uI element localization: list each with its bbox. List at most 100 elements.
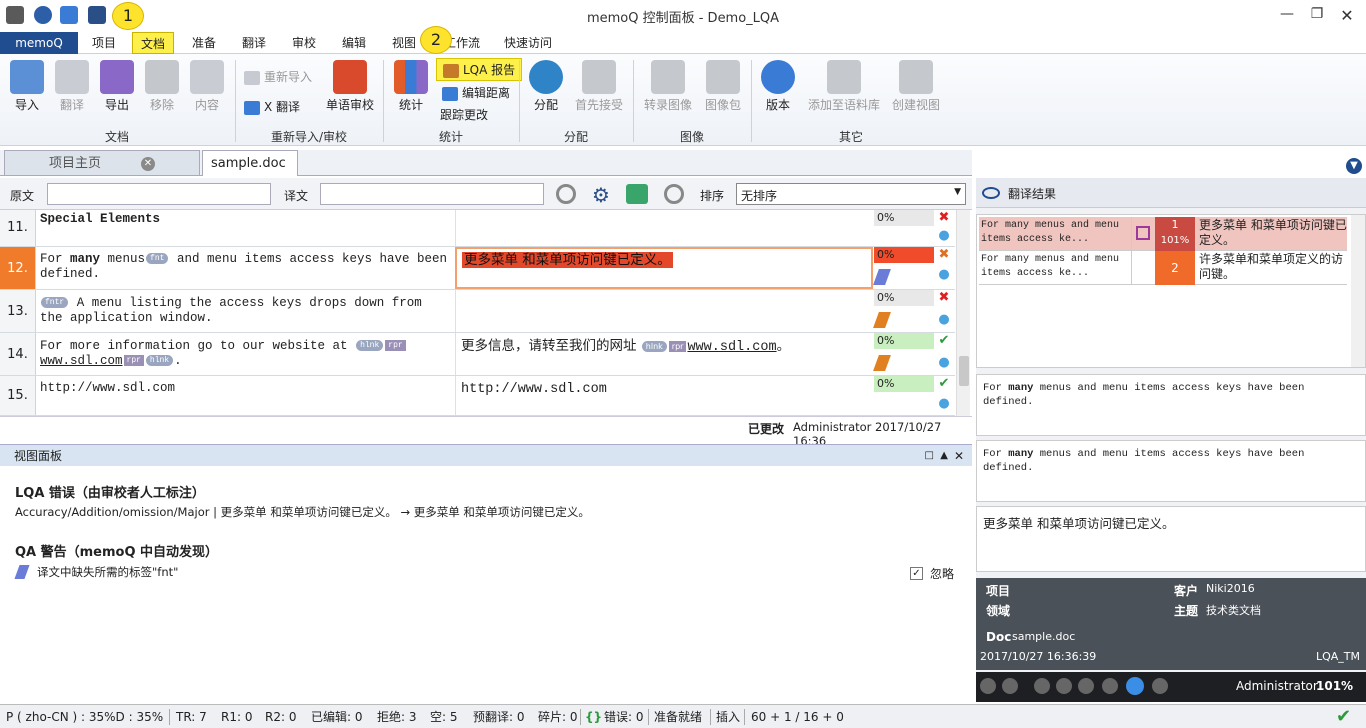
result-row[interactable]: For many menus and menu items access ke.… [979,217,1347,251]
tab-translate[interactable]: 翻译 [234,32,274,54]
trash-icon [145,60,179,94]
table-row[interactable]: 14. For more information go to our websi… [0,333,955,376]
source-filter-input[interactable] [47,183,271,205]
group-reimport-label: 重新导入/审校 [270,130,348,144]
lqa-report-icon [443,63,459,78]
gavel-icon [582,60,616,94]
tab-review[interactable]: 审校 [284,32,324,54]
float-panel-icon[interactable]: □ [925,445,934,467]
tab-prepare[interactable]: 准备 [184,32,224,54]
table-row[interactable]: 15. http://www.sdl.com http://www.sdl.co… [0,376,955,416]
tab-view[interactable]: 视图 [384,32,424,54]
row-number: 15. [0,376,36,415]
clear-filter-icon[interactable] [664,184,684,204]
filter-nt-icon[interactable] [1078,678,1094,694]
nav-prev-icon[interactable] [1002,678,1018,694]
gear-icon[interactable]: ⚙ [592,183,610,207]
results-list: For many menus and menu items access ke.… [976,214,1366,368]
edit-distance-button[interactable]: 编辑距离 [442,84,510,101]
status-segment-count: 60 + 1 / 16 + 0 [751,710,844,724]
comment-icon[interactable]: ● [937,267,951,282]
first-accept-button[interactable]: 首先接受 [572,60,626,113]
tab-quick-access[interactable]: 快速访问 [496,32,560,54]
ignore-checkbox[interactable]: ✓ [910,567,923,580]
settings-small-icon[interactable] [1152,678,1168,694]
image-pack-button[interactable]: 图像包 [700,60,746,113]
close-panel-icon[interactable]: ✕ [954,445,964,467]
row-number: 13. [0,290,36,332]
target-cell[interactable]: 更多菜单 和菜单项访问键已定义。 [455,247,873,289]
pin-icon[interactable]: ▲ [940,445,948,467]
transcribe-image-icon [651,60,685,94]
source-cell[interactable]: http://www.sdl.com [40,381,450,396]
transcribe-image-button[interactable]: 转录图像 [640,60,696,113]
target-filter-input[interactable] [320,183,544,205]
tab-memoq[interactable]: memoQ [0,32,78,54]
lqa-report-button[interactable]: LQA 报告 [436,58,523,81]
target-cell[interactable] [455,290,873,332]
qa-warning-icon[interactable] [873,355,891,371]
target-cell[interactable]: 更多信息，请转至我们的网址 hlnk rpr www.sdl.com。 [455,333,873,375]
results-scrollbar[interactable] [1351,215,1365,367]
source-cell[interactable]: fntr A menu listing the access keys drop… [40,296,450,326]
table-row[interactable]: 11. Special Elements 0% ✖ ● [0,210,955,247]
client-label: 客户 [1174,584,1199,598]
add-to-corpus-button[interactable]: 添加至语料库 [804,60,884,113]
track-changes-button[interactable]: 跟踪更改 [440,106,488,123]
qa-warning-icon[interactable] [873,269,891,285]
qa-warnings-heading: QA 警告（memoQ 中自动发现） [15,545,219,560]
comment-icon[interactable]: ● [937,312,951,327]
zoom-level[interactable]: 101% [1316,679,1353,693]
play-icon[interactable] [1126,677,1144,695]
restore-button[interactable]: ❐ [1302,6,1332,26]
comment-icon[interactable]: ● [937,396,951,411]
grid-scrollbar[interactable] [956,210,970,416]
filter-tb-icon[interactable] [1056,678,1072,694]
qa-warning-icon[interactable] [873,312,891,328]
statistics-button[interactable]: 统计 [392,60,430,113]
table-row[interactable]: 13. fntr A menu listing the access keys … [0,290,955,333]
monolingual-review-button[interactable]: 单语审校 [322,60,378,113]
source-cell[interactable]: Special Elements [40,212,450,227]
filter-mt-icon[interactable] [1102,678,1118,694]
add-filter-icon[interactable] [626,184,648,204]
lqa-error-line[interactable]: Accuracy/Addition/omission/Major | 更多菜单 … [15,504,590,520]
assign-button[interactable]: 分配 [526,60,566,113]
search-options-icon[interactable] [556,184,576,204]
result-row[interactable]: For many menus and menu items access ke.… [979,251,1347,285]
content-button[interactable]: 内容 [186,60,228,113]
sort-select[interactable]: 无排序 ▼ [736,183,966,205]
create-view-button[interactable]: 创建视图 [888,60,944,113]
scrollbar-thumb[interactable] [959,356,969,386]
source-cell[interactable]: For many menus fnt and menu items access … [40,252,450,282]
close-button[interactable]: ✕ [1332,6,1362,26]
version-button[interactable]: 版本 [758,60,798,113]
export-button[interactable]: 导出 [96,60,138,113]
comment-icon[interactable]: ● [937,355,951,370]
translate-button[interactable]: 翻译 [52,60,92,113]
filter-tm-icon[interactable] [1034,678,1050,694]
status-insert-mode[interactable]: 插入 [716,705,740,728]
source-cell[interactable]: For more information go to our website a… [40,339,450,369]
qa-warning-line[interactable]: 译文中缺失所需的标签"fnt" [37,564,178,580]
tab-sample-doc[interactable]: sample.doc ✕ [202,150,298,197]
tab-project-home[interactable]: 项目主页 ✕ [4,150,200,176]
remove-button[interactable]: 移除 [142,60,182,113]
target-cell[interactable] [455,210,873,246]
compare-match-box: For many menus and menu items access key… [976,440,1366,502]
close-tab-icon[interactable]: ✕ [141,156,155,171]
edit-distance-icon [442,86,458,101]
tab-project[interactable]: 项目 [84,32,124,54]
nav-first-icon[interactable] [980,678,996,694]
reimport-button[interactable]: 重新导入 [244,68,312,85]
view-panel-title: 视图面板 [14,449,63,463]
table-row[interactable]: 12. For many menus fnt and menu items acc… [0,247,955,290]
minimize-button[interactable]: — [1272,6,1302,26]
x-translate-button[interactable]: X 翻译 [244,98,300,115]
target-cell[interactable]: http://www.sdl.com [455,376,873,415]
import-button[interactable]: 导入 [6,60,48,113]
panel-menu-icon[interactable]: ▼ [1346,158,1362,174]
comment-icon[interactable]: ● [937,228,951,243]
tab-document[interactable]: 文档 [132,32,175,54]
tab-edit[interactable]: 编辑 [334,32,374,54]
